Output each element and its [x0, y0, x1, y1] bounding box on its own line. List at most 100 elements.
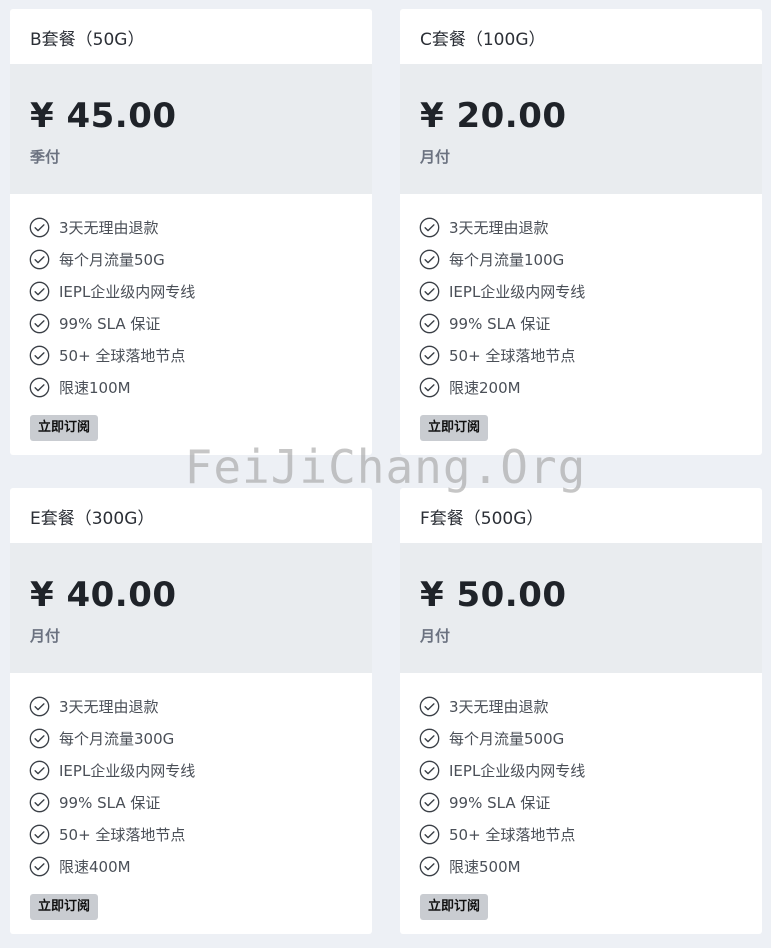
subscribe-button[interactable]: 立即订阅	[420, 894, 489, 920]
feature-item: 99% SLA 保证	[29, 786, 372, 818]
feature-item: 每个月流量50G	[29, 243, 372, 275]
feature-text: 50+ 全球落地节点	[59, 346, 186, 365]
plan-price: ¥ 50.00	[420, 575, 567, 615]
feature-text: IEPL企业级内网专线	[59, 761, 196, 780]
plan-price: ¥ 40.00	[30, 575, 177, 615]
feature-text: 99% SLA 保证	[449, 314, 551, 333]
billing-period: 月付	[420, 148, 451, 166]
check-circle-icon	[419, 728, 440, 748]
feature-text: 限速400M	[59, 857, 131, 876]
feature-item: 99% SLA 保证	[419, 786, 762, 818]
price-box: ¥ 40.00 月付	[10, 543, 372, 673]
feature-text: 3天无理由退款	[449, 697, 549, 716]
feature-item: 3天无理由退款	[29, 690, 372, 722]
check-circle-icon	[29, 760, 50, 780]
check-circle-icon	[419, 760, 440, 780]
feature-item: IEPL企业级内网专线	[419, 275, 762, 307]
feature-item: 3天无理由退款	[419, 211, 762, 243]
check-circle-icon	[29, 313, 50, 333]
feature-text: 每个月流量300G	[59, 729, 175, 748]
feature-item: 限速500M	[419, 850, 762, 882]
feature-text: IEPL企业级内网专线	[59, 282, 196, 301]
feature-list: 3天无理由退款 每个月流量500G IEPL企业级内网专线 99% SLA 保证…	[400, 673, 762, 882]
feature-text: 99% SLA 保证	[59, 793, 161, 812]
feature-item: 限速100M	[29, 371, 372, 403]
plan-price: ¥ 45.00	[30, 96, 177, 136]
plan-title: C套餐（100G）	[420, 30, 546, 50]
feature-text: 限速100M	[59, 378, 131, 397]
feature-item: 50+ 全球落地节点	[419, 339, 762, 371]
feature-item: 3天无理由退款	[29, 211, 372, 243]
feature-text: 3天无理由退款	[449, 218, 549, 237]
check-circle-icon	[29, 696, 50, 716]
check-circle-icon	[419, 345, 440, 365]
feature-text: 每个月流量50G	[59, 250, 165, 269]
feature-text: IEPL企业级内网专线	[449, 761, 586, 780]
feature-list: 3天无理由退款 每个月流量300G IEPL企业级内网专线 99% SLA 保证…	[10, 673, 372, 882]
check-circle-icon	[419, 281, 440, 301]
check-circle-icon	[29, 856, 50, 876]
feature-text: 3天无理由退款	[59, 697, 159, 716]
feature-item: IEPL企业级内网专线	[419, 754, 762, 786]
check-circle-icon	[419, 217, 440, 237]
feature-list: 3天无理由退款 每个月流量100G IEPL企业级内网专线 99% SLA 保证…	[400, 194, 762, 403]
subscribe-button[interactable]: 立即订阅	[420, 415, 489, 441]
check-circle-icon	[29, 345, 50, 365]
feature-item: 每个月流量500G	[419, 722, 762, 754]
feature-item: 限速200M	[419, 371, 762, 403]
feature-item: 3天无理由退款	[419, 690, 762, 722]
plan-card-f: F套餐（500G） ¥ 50.00 月付 3天无理由退款 每个月流量500G I…	[400, 488, 762, 934]
feature-item: 99% SLA 保证	[29, 307, 372, 339]
plan-card-c: C套餐（100G） ¥ 20.00 月付 3天无理由退款 每个月流量100G I…	[400, 9, 762, 455]
price-box: ¥ 50.00 月付	[400, 543, 762, 673]
check-circle-icon	[29, 217, 50, 237]
plan-card-e: E套餐（300G） ¥ 40.00 月付 3天无理由退款 每个月流量300G I…	[10, 488, 372, 934]
plan-price: ¥ 20.00	[420, 96, 567, 136]
feature-text: 50+ 全球落地节点	[449, 346, 576, 365]
feature-item: 99% SLA 保证	[419, 307, 762, 339]
price-box: ¥ 20.00 月付	[400, 64, 762, 194]
feature-text: 99% SLA 保证	[449, 793, 551, 812]
check-circle-icon	[419, 696, 440, 716]
check-circle-icon	[419, 792, 440, 812]
feature-text: 每个月流量500G	[449, 729, 565, 748]
feature-text: 每个月流量100G	[449, 250, 565, 269]
feature-text: 50+ 全球落地节点	[59, 825, 186, 844]
feature-text: 限速200M	[449, 378, 521, 397]
feature-text: IEPL企业级内网专线	[449, 282, 586, 301]
check-circle-icon	[29, 377, 50, 397]
check-circle-icon	[29, 728, 50, 748]
check-circle-icon	[29, 249, 50, 269]
plan-title: E套餐（300G）	[30, 509, 155, 529]
feature-text: 99% SLA 保证	[59, 314, 161, 333]
check-circle-icon	[419, 824, 440, 844]
check-circle-icon	[419, 313, 440, 333]
price-box: ¥ 45.00 季付	[10, 64, 372, 194]
feature-list: 3天无理由退款 每个月流量50G IEPL企业级内网专线 99% SLA 保证 …	[10, 194, 372, 403]
plan-grid: B套餐（50G） ¥ 45.00 季付 3天无理由退款 每个月流量50G IEP…	[0, 0, 771, 948]
plan-card-b: B套餐（50G） ¥ 45.00 季付 3天无理由退款 每个月流量50G IEP…	[10, 9, 372, 455]
billing-period: 月付	[420, 627, 451, 645]
feature-item: 50+ 全球落地节点	[29, 818, 372, 850]
feature-item: 限速400M	[29, 850, 372, 882]
feature-text: 50+ 全球落地节点	[449, 825, 576, 844]
check-circle-icon	[419, 377, 440, 397]
feature-item: 每个月流量300G	[29, 722, 372, 754]
check-circle-icon	[419, 856, 440, 876]
plan-title: F套餐（500G）	[420, 509, 544, 529]
feature-text: 3天无理由退款	[59, 218, 159, 237]
feature-text: 限速500M	[449, 857, 521, 876]
check-circle-icon	[29, 281, 50, 301]
feature-item: IEPL企业级内网专线	[29, 275, 372, 307]
plan-title: B套餐（50G）	[30, 30, 145, 50]
feature-item: IEPL企业级内网专线	[29, 754, 372, 786]
feature-item: 50+ 全球落地节点	[29, 339, 372, 371]
feature-item: 每个月流量100G	[419, 243, 762, 275]
subscribe-button[interactable]: 立即订阅	[30, 894, 99, 920]
check-circle-icon	[29, 792, 50, 812]
billing-period: 月付	[30, 627, 61, 645]
check-circle-icon	[419, 249, 440, 269]
billing-period: 季付	[30, 148, 61, 166]
subscribe-button[interactable]: 立即订阅	[30, 415, 99, 441]
check-circle-icon	[29, 824, 50, 844]
